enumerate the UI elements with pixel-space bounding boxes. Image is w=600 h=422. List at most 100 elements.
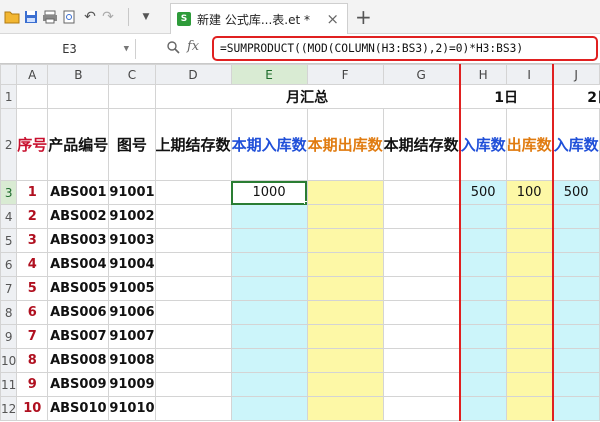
row-header[interactable]: 9 (0, 324, 18, 349)
current-balance-header[interactable]: 本期结存数 (382, 108, 461, 181)
inbound-header[interactable]: 入库数 (551, 108, 600, 181)
month-summary-title[interactable]: 月汇总 (154, 84, 461, 109)
cell[interactable] (382, 324, 461, 349)
cell[interactable] (47, 84, 110, 109)
sequence-cell[interactable]: 6 (16, 300, 49, 325)
drawing-number-cell[interactable]: 91007 (108, 324, 156, 349)
row-header[interactable]: 3 (0, 180, 18, 205)
cell[interactable] (230, 372, 308, 397)
drawing-number-header[interactable]: 图号 (108, 108, 156, 181)
cell[interactable] (306, 300, 384, 325)
cell[interactable] (154, 372, 232, 397)
column-header-j[interactable]: J (551, 64, 600, 85)
cell[interactable] (230, 276, 308, 301)
cell[interactable] (154, 180, 232, 205)
cell[interactable] (108, 84, 156, 109)
cell[interactable]: 100 (505, 180, 554, 205)
product-code-cell[interactable]: ABS008 (47, 348, 110, 373)
cell[interactable] (154, 204, 232, 229)
cell[interactable] (551, 276, 600, 301)
cell[interactable] (505, 324, 554, 349)
cell[interactable] (230, 348, 308, 373)
cell[interactable] (458, 228, 507, 253)
product-code-cell[interactable]: ABS010 (47, 396, 110, 421)
product-code-cell[interactable]: ABS006 (47, 300, 110, 325)
column-header-c[interactable]: C (108, 64, 156, 85)
cell[interactable] (382, 372, 461, 397)
column-header-b[interactable]: B (47, 64, 110, 85)
drawing-number-cell[interactable]: 91010 (108, 396, 156, 421)
close-tab-icon[interactable]: × (326, 10, 339, 28)
select-all-corner[interactable] (0, 64, 18, 85)
redo-icon[interactable]: ↷ (100, 9, 116, 25)
row-header[interactable]: 2 (0, 108, 18, 181)
zoom-icon[interactable] (166, 40, 180, 58)
cell[interactable] (230, 204, 308, 229)
cell[interactable] (154, 396, 232, 421)
previous-balance-header[interactable]: 上期结存数 (154, 108, 232, 181)
sequence-cell[interactable]: 7 (16, 324, 49, 349)
cell[interactable] (551, 252, 600, 277)
cell[interactable] (458, 396, 507, 421)
active-cell-e3[interactable]: 1000 (230, 180, 308, 205)
row-header[interactable]: 6 (0, 252, 18, 277)
row-header[interactable]: 5 (0, 228, 18, 253)
product-code-cell[interactable]: ABS005 (47, 276, 110, 301)
column-header-i[interactable]: I (505, 64, 554, 85)
cell[interactable] (306, 348, 384, 373)
cell[interactable] (505, 204, 554, 229)
cell[interactable] (154, 228, 232, 253)
cell[interactable] (306, 396, 384, 421)
row-header[interactable]: 4 (0, 204, 18, 229)
cell[interactable] (382, 180, 461, 205)
undo-icon[interactable]: ↶ (82, 9, 98, 25)
current-inbound-header[interactable]: 本期入库数 (230, 108, 308, 181)
product-code-cell[interactable]: ABS001 (47, 180, 110, 205)
cell[interactable] (505, 348, 554, 373)
column-header-f[interactable]: F (306, 64, 384, 85)
cell[interactable]: 500 (551, 180, 600, 205)
fill-handle[interactable] (303, 201, 307, 204)
cell[interactable] (154, 348, 232, 373)
row-header[interactable]: 12 (0, 396, 18, 421)
product-code-cell[interactable]: ABS002 (47, 204, 110, 229)
drawing-number-cell[interactable]: 91005 (108, 276, 156, 301)
cell[interactable] (306, 252, 384, 277)
chevron-down-icon[interactable]: ▼ (124, 39, 129, 59)
cell[interactable] (382, 348, 461, 373)
column-header-h[interactable]: H (458, 64, 507, 85)
drawing-number-cell[interactable]: 91003 (108, 228, 156, 253)
new-tab-icon[interactable]: + (355, 5, 372, 29)
drawing-number-cell[interactable]: 91004 (108, 252, 156, 277)
cell[interactable] (458, 348, 507, 373)
column-header-a[interactable]: A (16, 64, 49, 85)
cell[interactable] (458, 276, 507, 301)
column-header-d[interactable]: D (154, 64, 232, 85)
row-header[interactable]: 7 (0, 276, 18, 301)
print-icon[interactable] (42, 9, 58, 25)
day-1-header[interactable]: 1日 (458, 84, 554, 109)
print-preview-icon[interactable] (61, 9, 77, 25)
sequence-cell[interactable]: 8 (16, 348, 49, 373)
cell[interactable] (551, 324, 600, 349)
cell[interactable] (551, 300, 600, 325)
cell[interactable] (505, 396, 554, 421)
cell[interactable] (551, 396, 600, 421)
cell[interactable] (382, 204, 461, 229)
cell[interactable] (382, 396, 461, 421)
cell[interactable] (551, 204, 600, 229)
cell[interactable] (505, 252, 554, 277)
sequence-cell[interactable]: 4 (16, 252, 49, 277)
cell[interactable] (154, 276, 232, 301)
product-code-cell[interactable]: ABS003 (47, 228, 110, 253)
cell[interactable] (230, 396, 308, 421)
row-header[interactable]: 11 (0, 372, 18, 397)
save-icon[interactable] (23, 9, 39, 25)
cell[interactable] (306, 324, 384, 349)
column-header-g[interactable]: G (382, 64, 461, 85)
cell[interactable] (230, 252, 308, 277)
cell[interactable] (505, 228, 554, 253)
drawing-number-cell[interactable]: 91008 (108, 348, 156, 373)
current-outbound-header[interactable]: 本期出库数 (306, 108, 384, 181)
cell[interactable] (382, 228, 461, 253)
